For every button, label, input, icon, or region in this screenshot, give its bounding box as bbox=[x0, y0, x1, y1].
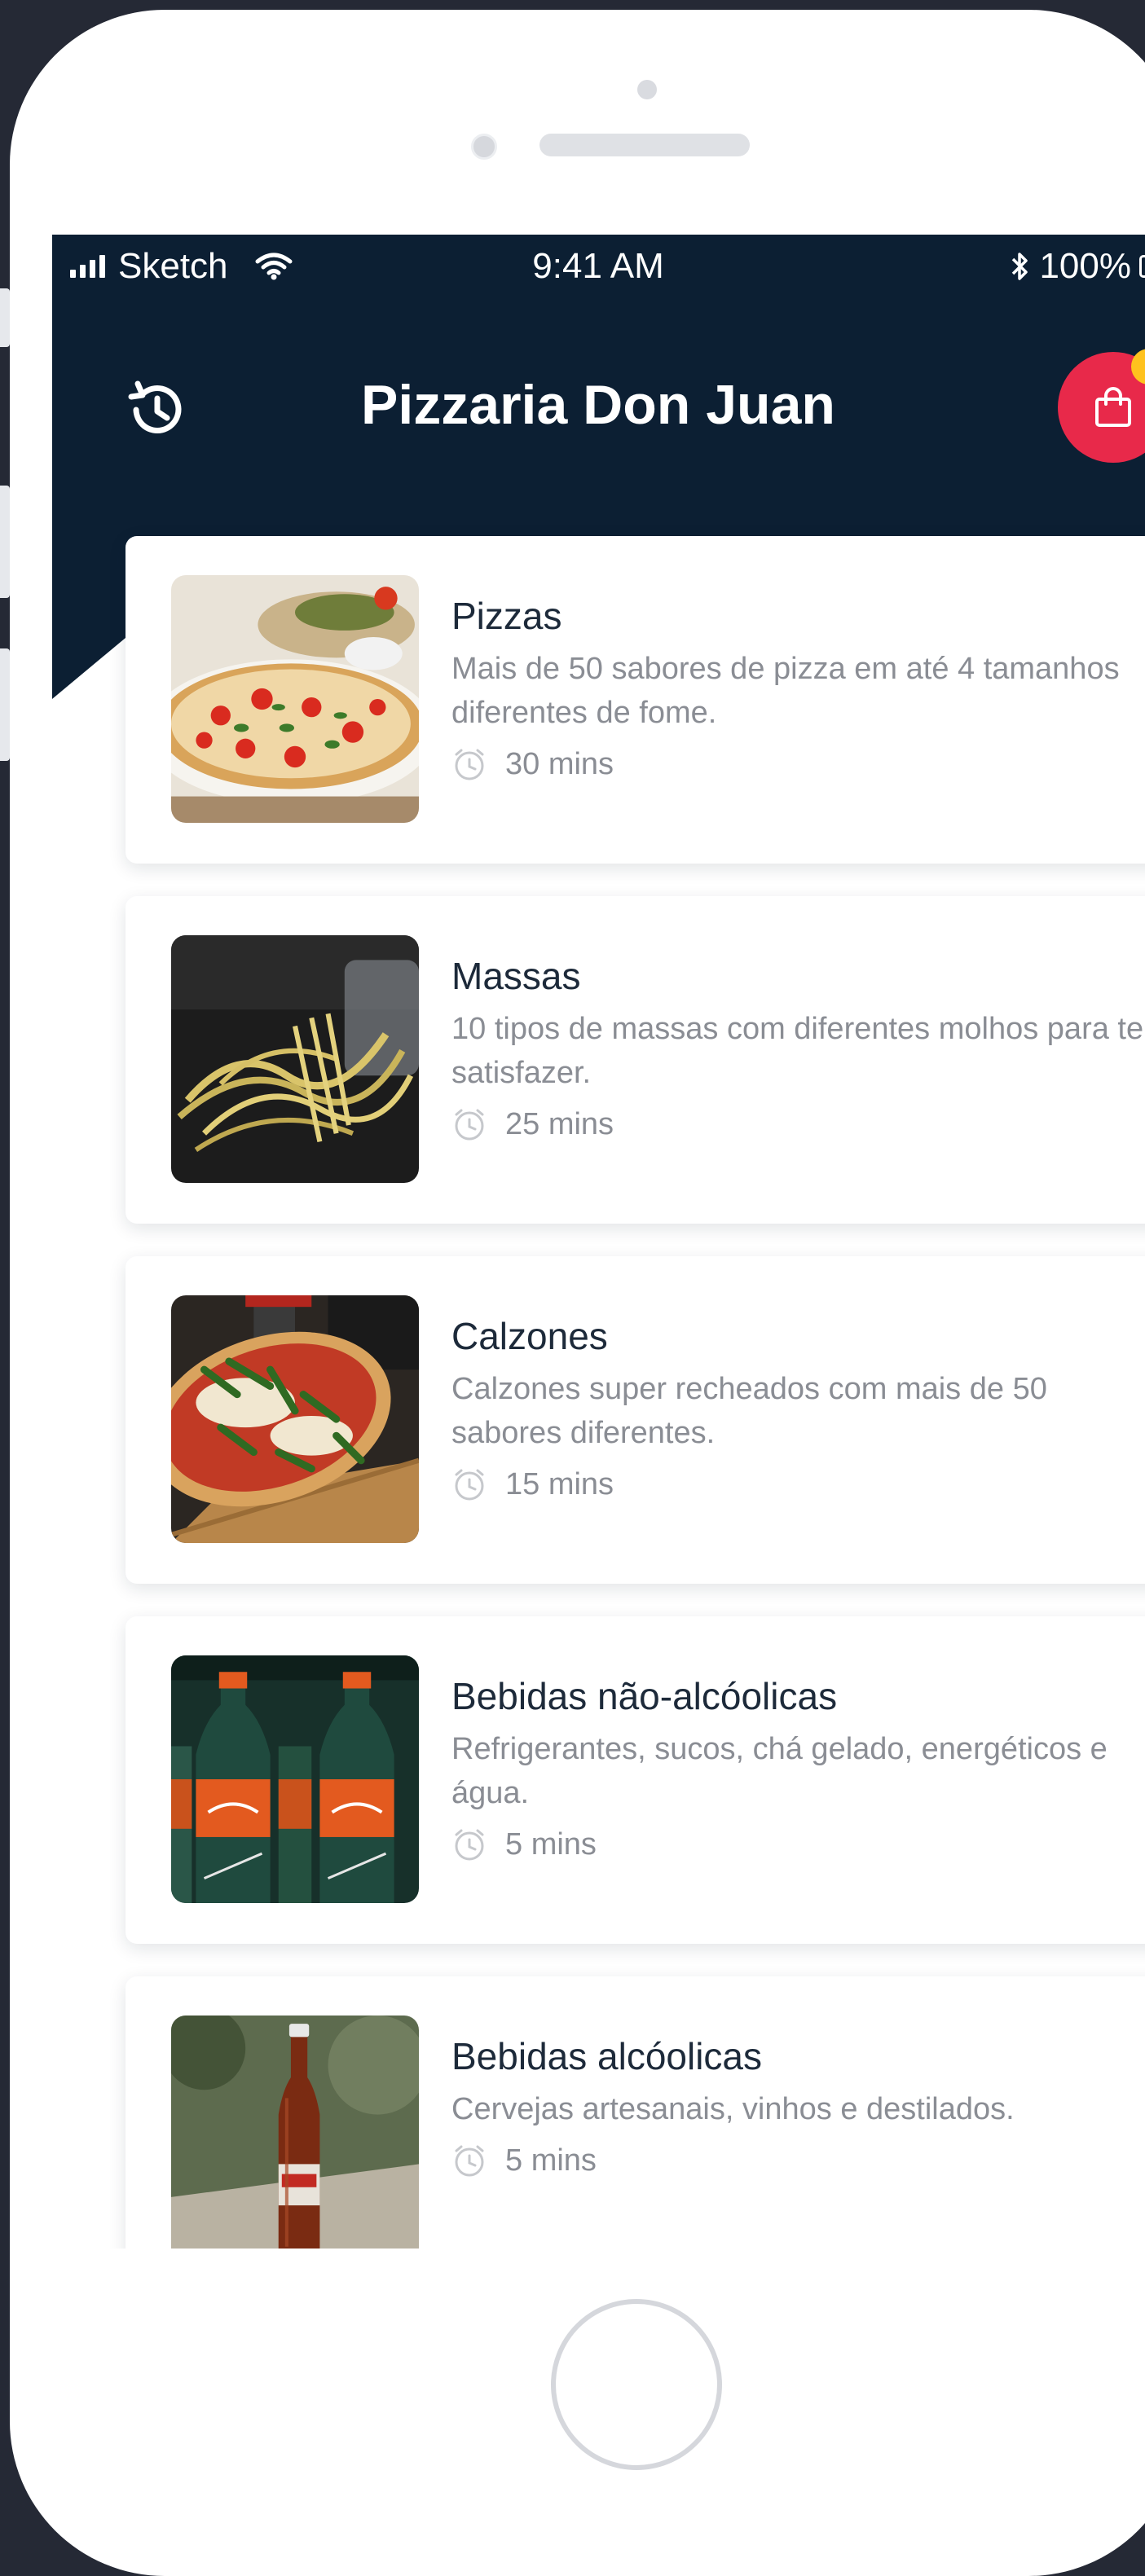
clock-icon bbox=[455, 1469, 484, 1501]
prep-time: 15 mins bbox=[505, 1466, 614, 1501]
prep-time: 5 mins bbox=[505, 1826, 597, 1862]
shopping-bag-icon bbox=[1095, 387, 1131, 427]
category-card-massas[interactable]: Massas 10 tipos de massas com diferentes… bbox=[126, 896, 1145, 1224]
category-image-beer bbox=[171, 2016, 419, 2249]
category-description: Cervejas artesanais, vinhos e destilados… bbox=[451, 2092, 1015, 2126]
category-name: Pizzas bbox=[451, 595, 562, 637]
status-time: 9:41 AM bbox=[532, 246, 664, 286]
category-card-pizzas[interactable]: Pizzas Mais de 50 sabores de pizza em at… bbox=[126, 536, 1145, 864]
home-button[interactable] bbox=[551, 2299, 722, 2470]
clock-icon bbox=[455, 1829, 484, 1861]
category-card-calzones[interactable]: Calzones Calzones super recheados com ma… bbox=[126, 1256, 1145, 1584]
category-image-pasta bbox=[171, 935, 419, 1183]
clock-icon bbox=[455, 749, 484, 780]
category-name: Bebidas alcóolicas bbox=[451, 2035, 763, 2077]
battery-label: 100% bbox=[1039, 246, 1131, 286]
sensor bbox=[637, 80, 657, 99]
category-description: 10 tipos de massas com diferentes molhos… bbox=[451, 1012, 1144, 1090]
bluetooth-icon bbox=[1012, 253, 1028, 280]
clock-icon bbox=[455, 2145, 484, 2177]
volume-down-button bbox=[0, 648, 10, 761]
front-camera bbox=[471, 134, 497, 160]
category-name: Bebidas não-alcóolicas bbox=[451, 1675, 838, 1717]
earpiece-speaker bbox=[539, 134, 750, 156]
category-description: Calzones super recheados com mais de 50 … bbox=[451, 1372, 1047, 1450]
prep-time: 30 mins bbox=[505, 746, 614, 781]
prep-time: 5 mins bbox=[505, 2143, 597, 2178]
category-card-bebidas-nao-alcoolicas[interactable]: Bebidas não-alcóolicas Refrigerantes, su… bbox=[126, 1616, 1145, 1944]
mute-switch bbox=[0, 288, 10, 347]
phone-frame: Sketch 9:41 AM 100% Pizzaria Don Juan Pi… bbox=[10, 10, 1145, 2576]
volume-up-button bbox=[0, 486, 10, 598]
category-description: Refrigerantes, sucos, chá gelado, energé… bbox=[451, 1732, 1108, 1810]
category-image-soda bbox=[171, 1655, 419, 1903]
status-bar: Sketch 9:41 AM 100% bbox=[52, 235, 1145, 305]
category-description: Mais de 50 sabores de pizza em até 4 tam… bbox=[451, 652, 1120, 730]
app-screen: Sketch 9:41 AM 100% Pizzaria Don Juan Pi… bbox=[52, 235, 1145, 2249]
category-name: Massas bbox=[451, 955, 581, 997]
category-image-pizza bbox=[171, 575, 419, 823]
prep-time: 25 mins bbox=[505, 1106, 614, 1141]
category-image-calzone bbox=[171, 1295, 419, 1543]
category-card-bebidas-alcoolicas[interactable]: Bebidas alcóolicas Cervejas artesanais, … bbox=[126, 1976, 1145, 2249]
battery-icon bbox=[1139, 255, 1145, 278]
clock-icon bbox=[455, 1109, 484, 1141]
page-title: Pizzaria Don Juan bbox=[361, 374, 835, 436]
category-name: Calzones bbox=[451, 1315, 608, 1357]
category-list: Pizzas Mais de 50 sabores de pizza em at… bbox=[126, 536, 1145, 2249]
